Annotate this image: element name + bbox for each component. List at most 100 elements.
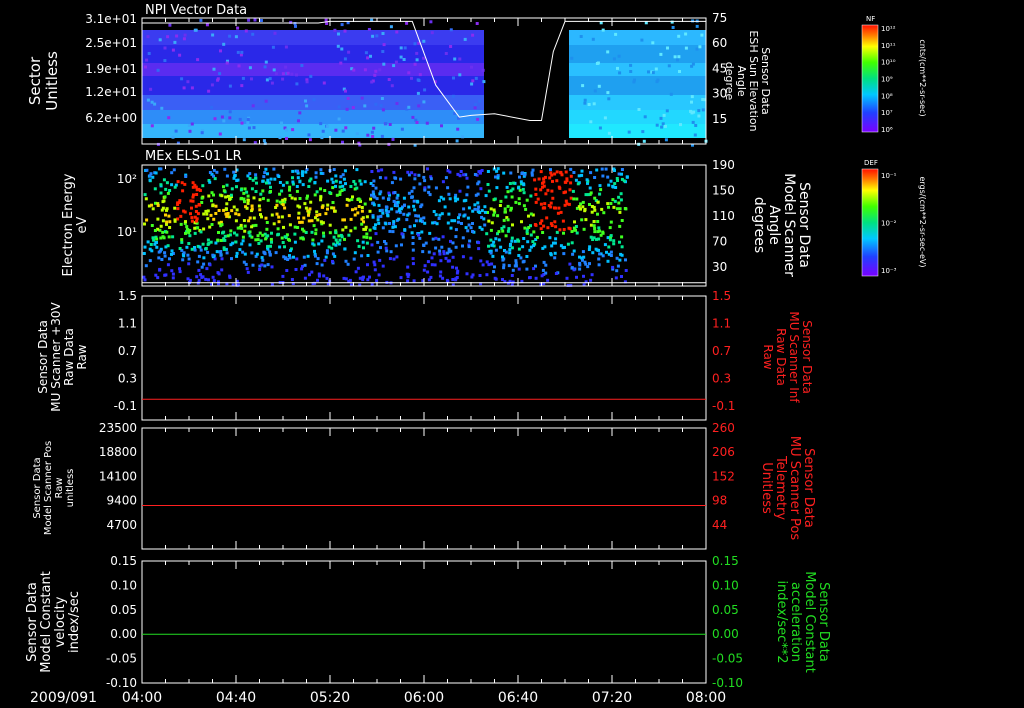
- heatmap-cell: [485, 273, 489, 277]
- heatmap-cell: [331, 201, 335, 204]
- heatmap-cell: [224, 195, 228, 199]
- heatmap-cell: [596, 212, 599, 216]
- heatmap-cell: [317, 274, 321, 278]
- heatmap-cell: [252, 196, 256, 200]
- heatmap-cell: [601, 28, 605, 32]
- heatmap-cell: [643, 115, 647, 119]
- heatmap-cell: [264, 99, 268, 103]
- y-axis-label: velocity: [53, 596, 68, 647]
- heatmap-cell: [561, 219, 565, 223]
- heatmap-cell: [625, 175, 629, 179]
- heatmap-cell: [451, 255, 455, 259]
- heatmap-cell: [542, 260, 546, 264]
- heatmap-cell: [250, 204, 254, 208]
- heatmap-cell: [334, 184, 337, 188]
- heatmap-cell: [671, 26, 675, 29]
- heatmap-cell: [517, 186, 520, 190]
- heatmap-cell: [212, 168, 216, 172]
- heatmap-cell: [381, 264, 385, 268]
- heatmap-cell: [230, 209, 234, 213]
- heatmap-cell: [522, 191, 526, 195]
- heatmap-cell: [613, 182, 617, 186]
- heatmap-cell: [150, 124, 154, 128]
- heatmap-cell: [413, 42, 417, 46]
- heatmap-cell: [264, 216, 268, 220]
- heatmap-cell: [607, 97, 611, 101]
- heatmap-cell: [487, 263, 491, 267]
- heatmap-cell: [370, 130, 374, 134]
- heatmap-cell: [637, 108, 641, 111]
- heatmap-cell: [521, 245, 525, 249]
- heatmap-cell: [375, 34, 379, 38]
- left-tick-label: 18800: [99, 445, 137, 459]
- heatmap-cell: [493, 197, 497, 201]
- heatmap-cell: [562, 231, 565, 235]
- heatmap-cell: [422, 216, 426, 220]
- heatmap-cell: [609, 220, 613, 224]
- heatmap-cell: [379, 246, 382, 250]
- heatmap-cell: [314, 254, 317, 258]
- heatmap-cell: [403, 46, 407, 50]
- heatmap-cell: [475, 22, 479, 25]
- heatmap-cell: [351, 208, 354, 212]
- heatmap-cell: [166, 191, 170, 195]
- heatmap-cell: [340, 235, 344, 239]
- heatmap-cell: [258, 208, 262, 212]
- heatmap-cell: [622, 179, 626, 183]
- heatmap-cell: [588, 245, 592, 249]
- heatmap-cell: [312, 98, 316, 102]
- heatmap-cell: [426, 270, 430, 274]
- heatmap-cell: [624, 258, 627, 262]
- heatmap-cell: [411, 236, 415, 239]
- heatmap-cell: [508, 182, 512, 185]
- heatmap-cell: [465, 272, 469, 276]
- colorbar-tick-label: 10⁹: [881, 76, 893, 84]
- heatmap-cell: [549, 253, 553, 257]
- heatmap-cell: [617, 54, 621, 58]
- heatmap-cell: [380, 168, 384, 172]
- heatmap-cell: [465, 193, 469, 197]
- heatmap-cell: [262, 139, 266, 143]
- heatmap-cell: [593, 208, 597, 212]
- y-axis-label: index/sec: [67, 591, 82, 653]
- heatmap-cell: [690, 95, 694, 99]
- heatmap-cell: [413, 177, 417, 181]
- heatmap-cell: [378, 258, 382, 262]
- heatmap-cell: [297, 119, 300, 123]
- heatmap-cell: [271, 45, 275, 49]
- heatmap-cell: [334, 174, 338, 178]
- heatmap-cell: [335, 193, 339, 197]
- heatmap-cell: [627, 130, 631, 134]
- heatmap-cell: [351, 195, 354, 199]
- heatmap-cell: [376, 215, 380, 219]
- heatmap-cell: [250, 77, 253, 81]
- heatmap-cell: [270, 265, 274, 269]
- heatmap-cell: [453, 219, 457, 223]
- heatmap-cell: [492, 270, 496, 274]
- heatmap-cell: [618, 71, 622, 75]
- heatmap-cell: [168, 257, 171, 261]
- heatmap-cell: [155, 237, 159, 241]
- heatmap-cell: [496, 167, 500, 171]
- right-axis-label: Unitless: [759, 462, 774, 514]
- heatmap-cell: [288, 185, 292, 189]
- heatmap-cell: [263, 264, 267, 268]
- y-axis-label: Model Constant: [39, 571, 54, 673]
- heatmap-cell: [235, 251, 239, 255]
- heatmap-cell: [196, 260, 200, 264]
- heatmap-cell: [234, 212, 238, 216]
- heatmap-cell: [170, 249, 174, 253]
- left-tick-label: 1.2e+01: [85, 85, 137, 99]
- heatmap-cell: [219, 49, 222, 53]
- heatmap-band: [569, 95, 706, 110]
- right-tick-label: 190: [712, 158, 735, 172]
- heatmap-cell: [525, 230, 529, 234]
- heatmap-cell: [294, 24, 297, 28]
- heatmap-cell: [344, 225, 348, 229]
- heatmap-cell: [417, 233, 420, 237]
- heatmap-cell: [377, 273, 381, 277]
- heatmap-cell: [549, 171, 553, 175]
- heatmap-cell: [539, 170, 543, 174]
- heatmap-cell: [143, 193, 147, 197]
- heatmap-cell: [514, 261, 518, 265]
